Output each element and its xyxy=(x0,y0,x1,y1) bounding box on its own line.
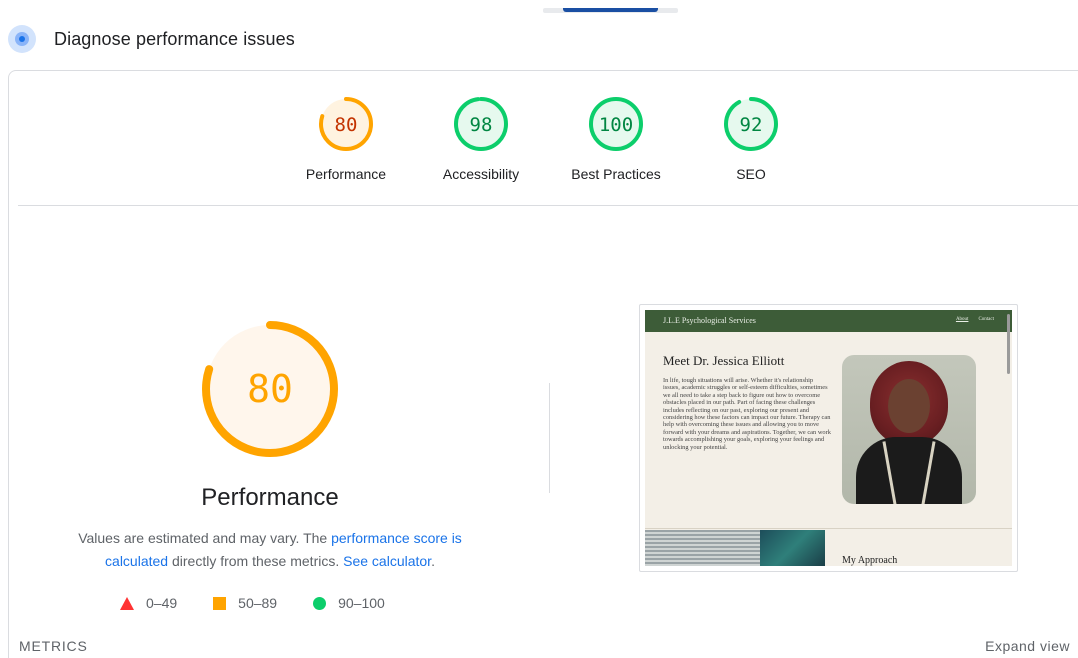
desc-prefix: Values are estimated and may vary. The xyxy=(78,530,332,546)
svg-text:100: 100 xyxy=(599,114,633,136)
see-calculator-link[interactable]: See calculator xyxy=(343,553,431,569)
final-screenshot[interactable]: J.L.E Psychological Services About Contac… xyxy=(639,304,1018,572)
performance-gauge-ring: 80 xyxy=(202,321,338,457)
performance-description: Values are estimated and may vary. The p… xyxy=(60,527,480,573)
screenshot-body-text: In life, tough situations will arise. Wh… xyxy=(663,377,831,451)
performance-title: Performance xyxy=(201,484,339,511)
score-legend: 0–49 50–89 90–100 xyxy=(120,593,421,613)
svg-text:92: 92 xyxy=(740,114,763,136)
triangle-icon xyxy=(120,596,134,610)
section-header: Diagnose performance issues xyxy=(8,24,295,54)
gauge-label: Performance xyxy=(305,166,387,182)
svg-text:98: 98 xyxy=(470,114,493,136)
svg-text:80: 80 xyxy=(247,367,293,411)
screenshot-heading: Meet Dr. Jessica Elliott xyxy=(663,353,785,368)
gauge-ring: 92 xyxy=(724,97,778,151)
gauge-accessibility[interactable]: 98 Accessibility xyxy=(413,96,549,182)
gauge-ring: 100 xyxy=(589,97,643,151)
plant-photo xyxy=(760,530,825,566)
section-divider xyxy=(18,205,1078,206)
gauge-best-practices[interactable]: 100 Best Practices xyxy=(548,96,684,182)
metrics-heading: METRICS xyxy=(19,638,88,654)
gauge-label: Accessibility xyxy=(442,166,520,182)
legend-average: 50–89 xyxy=(213,595,277,611)
section-title: Diagnose performance issues xyxy=(54,28,295,49)
screenshot-scrollbar xyxy=(1007,314,1010,374)
screenshot-subheading: My Approach xyxy=(842,555,898,566)
gauge-ring: 98 xyxy=(454,97,508,151)
desc-suffix: . xyxy=(431,553,435,569)
gauge-label: SEO xyxy=(736,166,766,182)
desc-middle: directly from these metrics. xyxy=(168,553,344,569)
square-icon xyxy=(213,596,227,610)
portrait-photo xyxy=(842,355,976,504)
gauge-seo[interactable]: 92 SEO xyxy=(683,96,819,182)
vertical-divider xyxy=(549,383,550,493)
screenshot-navbar: J.L.E Psychological Services About Contac… xyxy=(645,310,1012,332)
top-tab-indicator xyxy=(543,8,678,13)
legend-pass: 90–100 xyxy=(313,595,385,611)
gauge-performance[interactable]: 80 Performance xyxy=(278,96,414,182)
expand-view-toggle[interactable]: Expand view xyxy=(985,638,1070,654)
performance-gauge: 80 xyxy=(199,318,341,460)
screenshot-brand: J.L.E Psychological Services xyxy=(663,316,756,325)
legend-fail: 0–49 xyxy=(120,595,177,611)
circle-icon xyxy=(313,596,327,610)
screenshot-separator xyxy=(645,528,1012,529)
category-gauges: 80 Performance 98 Accessibility 100 Best… xyxy=(278,96,818,191)
window-blinds-photo xyxy=(645,530,760,566)
screenshot-nav-links: About Contact xyxy=(955,317,994,322)
svg-text:80: 80 xyxy=(335,114,358,136)
gauge-label: Best Practices xyxy=(571,166,661,182)
active-tab-indicator xyxy=(563,8,658,12)
lighthouse-icon xyxy=(8,25,36,53)
gauge-ring: 80 xyxy=(319,97,373,151)
page-screenshot: J.L.E Psychological Services About Contac… xyxy=(645,310,1012,566)
